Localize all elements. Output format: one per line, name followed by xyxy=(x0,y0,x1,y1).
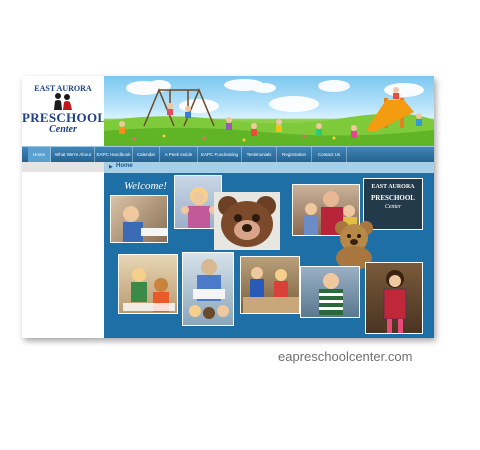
photo-sand-table xyxy=(240,256,300,314)
header-banner xyxy=(104,76,434,146)
welcome-heading: Welcome! xyxy=(124,180,167,192)
photo-teacher-reading xyxy=(182,252,234,326)
sidebar-header-strip xyxy=(22,162,104,172)
site-logo[interactable]: EAST AURORA PRESCHOOL Center xyxy=(22,76,106,146)
nav-item-eapc-handbook[interactable]: EAPC Handbook xyxy=(95,147,133,162)
nav-item-registration[interactable]: Registration xyxy=(277,147,312,162)
nav-item-testimonials[interactable]: Testimonials xyxy=(242,147,277,162)
photo-girl-plaid-dress xyxy=(365,262,423,334)
website-window: EAST AURORA PRESCHOOL Center Home What W… xyxy=(22,76,434,338)
sign-line-center: Center xyxy=(384,204,402,210)
nav-item-a-peek-inside[interactable]: A Peek Inside xyxy=(160,147,198,162)
main-content: ▶ Home Welcome! EAST AURORA PRESCHOOL Ce… xyxy=(104,162,434,338)
nav-item-calendar[interactable]: Calendar xyxy=(133,147,160,162)
photo-boy-drawing xyxy=(110,195,168,243)
photo-bear-cake xyxy=(214,192,280,250)
playground-illustration xyxy=(104,79,434,146)
children-silhouette-icon xyxy=(54,93,72,110)
nav-item-what-were-about[interactable]: What We're About xyxy=(52,147,95,162)
logo-line-center: Center xyxy=(49,124,77,135)
nav-item-contact-us[interactable]: Contact Us xyxy=(312,147,347,162)
left-sidebar xyxy=(22,162,104,338)
photo-boy-striped-shirt xyxy=(300,266,360,318)
photo-kids-playing xyxy=(118,254,178,314)
site-url-caption: eapreschoolcenter.com xyxy=(278,349,413,364)
sign-line-preschool: PRESCHOOL xyxy=(371,194,415,202)
breadcrumb-home[interactable]: Home xyxy=(116,163,133,169)
sign-line-east-aurora: EAST AURORA xyxy=(371,184,415,190)
nav-item-home[interactable]: Home xyxy=(28,147,51,162)
breadcrumb: ▶ Home xyxy=(104,162,434,173)
nav-item-eapc-fundraising[interactable]: EAPC Fundraising xyxy=(198,147,242,162)
breadcrumb-arrow-icon: ▶ xyxy=(109,164,113,170)
main-navigation: Home What We're About EAPC Handbook Cale… xyxy=(22,146,434,162)
